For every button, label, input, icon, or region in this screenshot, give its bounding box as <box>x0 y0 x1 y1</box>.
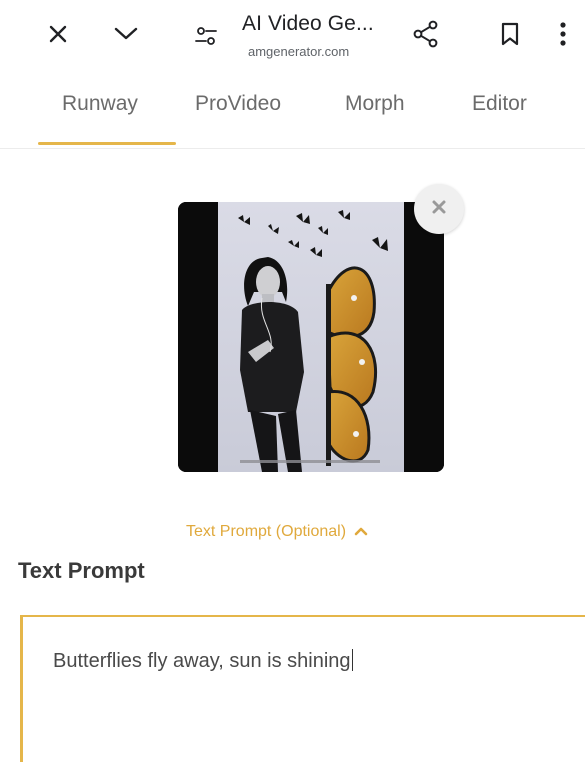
tab-runway[interactable]: Runway <box>62 92 138 116</box>
text-prompt-value: Butterflies fly away, sun is shining <box>53 649 354 673</box>
tab-editor[interactable]: Editor <box>472 92 527 116</box>
share-icon[interactable] <box>404 12 448 56</box>
text-cursor <box>351 649 354 671</box>
text-prompt-toggle-label: Text Prompt (Optional) <box>186 523 347 540</box>
page-domain: amgenerator.com <box>248 44 350 59</box>
close-icon <box>431 199 447 220</box>
tab-provideo[interactable]: ProVideo <box>195 92 281 116</box>
uploaded-image-preview <box>178 202 444 472</box>
chevron-up-icon <box>354 523 368 541</box>
close-icon[interactable] <box>36 12 80 56</box>
text-prompt-heading: Text Prompt <box>18 558 145 583</box>
tab-morph[interactable]: Morph <box>345 92 405 116</box>
chevron-down-icon[interactable] <box>104 12 148 56</box>
page-title: AI Video Ge... <box>242 12 374 35</box>
generator-tabs: Runway ProVideo Morph Editor <box>0 78 585 149</box>
remove-image-button[interactable] <box>414 184 464 234</box>
browser-toolbar: AI Video Ge... amgenerator.com <box>0 0 585 78</box>
url-bar[interactable]: AI Video Ge... amgenerator.com <box>242 8 402 68</box>
text-prompt-input[interactable]: Butterflies fly away, sun is shining <box>20 615 585 762</box>
tune-icon[interactable] <box>184 14 228 58</box>
active-tab-indicator <box>38 142 176 145</box>
uploaded-image <box>178 202 444 472</box>
bookmark-icon[interactable] <box>488 12 532 56</box>
text-prompt-toggle[interactable]: Text Prompt (Optional) <box>186 523 368 541</box>
more-vert-icon[interactable] <box>548 12 578 56</box>
